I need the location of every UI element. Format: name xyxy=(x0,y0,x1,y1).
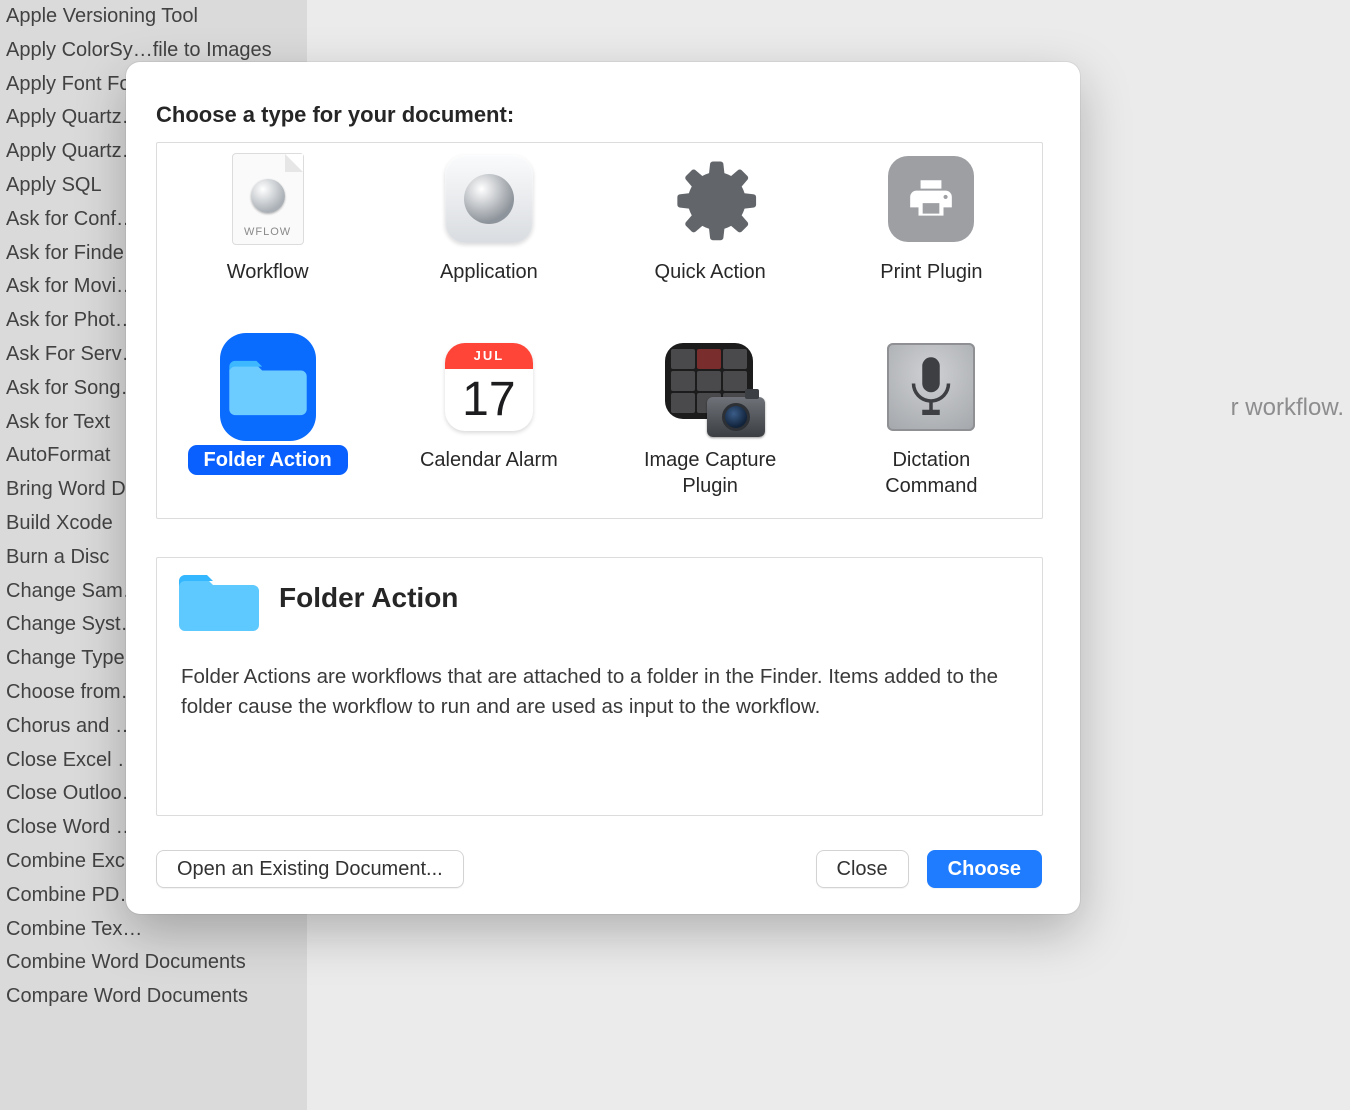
printer-icon xyxy=(883,151,979,247)
type-label: Dictation Command xyxy=(869,445,993,501)
detail-title: Folder Action xyxy=(279,582,458,614)
type-label: Folder Action xyxy=(188,445,348,475)
type-option-image-capture-plugin[interactable]: Image Capture Plugin xyxy=(600,331,821,519)
type-option-folder-action[interactable]: Folder Action xyxy=(157,331,378,519)
type-label: Calendar Alarm xyxy=(404,445,574,475)
calendar-icon: JUL 17 xyxy=(441,339,537,435)
type-label: Image Capture Plugin xyxy=(628,445,792,501)
type-label: Workflow xyxy=(211,257,325,287)
microphone-icon xyxy=(883,339,979,435)
gear-icon xyxy=(662,151,758,247)
calendar-day-label: 17 xyxy=(445,369,533,431)
folder-icon xyxy=(179,570,259,640)
template-detail-panel: Folder Action Folder Actions are workflo… xyxy=(156,557,1043,816)
type-label: Application xyxy=(424,257,554,287)
sidebar-item[interactable]: Combine Tex… xyxy=(0,913,307,947)
type-option-print-plugin[interactable]: Print Plugin xyxy=(821,143,1042,331)
type-label: Quick Action xyxy=(639,257,782,287)
type-option-application[interactable]: Application xyxy=(378,143,599,331)
type-option-calendar-alarm[interactable]: JUL 17 Calendar Alarm xyxy=(378,331,599,519)
canvas-hint-text: r workflow. xyxy=(1231,394,1344,422)
sidebar-item[interactable]: Compare Word Documents xyxy=(0,980,307,1014)
type-option-quick-action[interactable]: Quick Action xyxy=(600,143,821,331)
image-capture-icon xyxy=(662,339,758,435)
sidebar-item[interactable]: Apple Versioning Tool xyxy=(0,0,307,34)
detail-description: Folder Actions are workflows that are at… xyxy=(181,662,1018,721)
sheet-title: Choose a type for your document: xyxy=(156,102,514,128)
type-option-workflow[interactable]: WFLOW Workflow xyxy=(157,143,378,331)
sidebar-item[interactable]: Combine Word Documents xyxy=(0,946,307,980)
workflow-document-icon: WFLOW xyxy=(220,151,316,247)
close-button[interactable]: Close xyxy=(816,850,909,888)
type-option-dictation-command[interactable]: Dictation Command xyxy=(821,331,1042,519)
calendar-month-label: JUL xyxy=(445,343,533,369)
template-type-grid: WFLOW Workflow Application Quick Action … xyxy=(156,142,1043,519)
choose-button[interactable]: Choose xyxy=(927,850,1042,888)
sheet-button-bar: Open an Existing Document... Close Choos… xyxy=(156,850,1042,888)
template-chooser-sheet: Choose a type for your document: WFLOW W… xyxy=(126,62,1080,914)
folder-action-icon xyxy=(220,339,316,435)
automator-app-icon xyxy=(441,151,537,247)
type-label: Print Plugin xyxy=(864,257,998,287)
open-existing-document-button[interactable]: Open an Existing Document... xyxy=(156,850,464,888)
